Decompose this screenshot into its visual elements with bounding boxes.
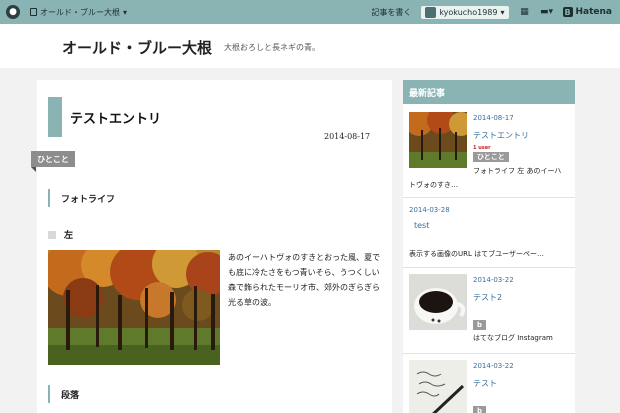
entry-title-link[interactable]: テストエントリ [473, 130, 529, 141]
autumn-park-photo [48, 250, 220, 365]
heading-text: 段落 [61, 390, 80, 401]
entry-thumbnail[interactable] [409, 274, 467, 330]
section-heading-paragraph: 段落 [48, 385, 79, 403]
entry-excerpt: フォトライフ 左 あのイーハ [473, 167, 562, 175]
recent-entry-item: 2014-03-22 テスト2 b はてなブログ Instagram [403, 268, 575, 354]
entry-title-link[interactable]: テスト [473, 378, 497, 389]
global-header: ● オールド・ブルー大根 ▾ 記事を書く kyokucho1989 ▾ ▦ ▬▾… [0, 0, 620, 24]
notification-icon[interactable]: ▬▾ [540, 7, 553, 17]
grid-menu-icon[interactable]: ▦ [519, 7, 531, 17]
entry-date[interactable]: 2014-03-22 [473, 276, 514, 284]
category-tag[interactable]: ひとこと [473, 152, 509, 162]
handwriting-thumbnail [409, 360, 467, 413]
avatar [425, 6, 437, 18]
entry-date[interactable]: 2014-08-17 [473, 114, 514, 122]
lock-icon [30, 8, 37, 16]
entry-title-block: テストエントリ [48, 97, 161, 137]
write-entry-link[interactable]: 記事を書く [371, 7, 411, 18]
category-tag[interactable]: b [473, 320, 487, 330]
entry-title[interactable]: テストエントリ [70, 108, 161, 127]
entry-excerpt: 表示する画像のURL はてブユーザーペー… [409, 250, 544, 258]
user-menu[interactable]: kyokucho1989 ▾ [421, 5, 509, 19]
blog-selector-label: オールド・ブルー大根 [40, 7, 120, 17]
heading-accent-bar [48, 189, 50, 207]
username: kyokucho1989 [439, 7, 498, 17]
sidebar-recent-entries: 最新記事 2014-08-17 テストエントリ 1 user ひとこと フォトラ… [403, 80, 575, 413]
category-label[interactable]: ひとこと [31, 151, 75, 167]
entry-paragraph: あのイーハトヴォのすきとおった風、夏でも底に冷たさをもつ青いそら、うつくしい森で… [228, 253, 381, 307]
entry-date[interactable]: 2014-03-22 [473, 362, 514, 370]
entry-date[interactable]: 2014-03-28 [409, 206, 450, 214]
entry-title-link[interactable]: テスト2 [473, 292, 502, 303]
entry-thumbnail[interactable] [409, 360, 467, 413]
blog-header: オールド・ブルー大根 大根おろしと長ネギの青。 [0, 24, 620, 68]
hatena-icon: B [562, 7, 573, 17]
blog-title[interactable]: オールド・ブルー大根 [62, 37, 212, 58]
category-tag[interactable]: b [473, 406, 487, 413]
recent-entry-item: 2014-03-22 テスト b [403, 354, 575, 413]
heading-text: フォトライフ [61, 194, 116, 205]
entry-excerpt-continued: トヴォのすき… [409, 181, 458, 189]
heading-text: 左 [64, 231, 74, 241]
entry-thumbnail[interactable] [409, 112, 467, 168]
title-accent-bar [48, 97, 62, 137]
recent-entry-item: 2014-03-28 test 表示する画像のURL はてブユーザーペー… [403, 198, 575, 268]
hatena-logo-icon[interactable]: ● [6, 5, 20, 19]
blog-selector[interactable]: オールド・ブルー大根 ▾ [30, 7, 127, 18]
heading-square-marker [48, 230, 56, 239]
subheading-left: 左 [48, 228, 73, 241]
autumn-thumbnail [409, 112, 467, 168]
entry-date[interactable]: 2014-08-17 [324, 132, 370, 141]
heading-accent-bar [48, 385, 50, 403]
entry-photo[interactable] [48, 250, 220, 365]
sidebar-title: 最新記事 [403, 80, 575, 104]
chevron-down-icon: ▾ [500, 7, 505, 17]
entry-excerpt: はてなブログ Instagram [473, 334, 553, 342]
coffee-cup-thumbnail [409, 274, 467, 330]
recent-entries-list: 2014-08-17 テストエントリ 1 user ひとこと フォトライフ 左 … [403, 104, 575, 413]
entry-article: テストエントリ 2014-08-17 フォトライフ 左 あのイーハトヴォのすきと… [37, 80, 392, 413]
hatena-service-link[interactable]: B Hatena [562, 7, 613, 17]
section-heading-photolife: フォトライフ [48, 189, 115, 207]
category-label-fold [31, 167, 36, 172]
chevron-down-icon: ▾ [123, 7, 128, 17]
entry-title-link[interactable]: test [414, 221, 429, 230]
blog-description: 大根おろしと長ネギの青。 [224, 43, 320, 52]
bookmark-users-count[interactable]: 1 user [473, 145, 491, 151]
hatena-label: Hatena [575, 7, 613, 17]
recent-entry-item: 2014-08-17 テストエントリ 1 user ひとこと フォトライフ 左 … [403, 104, 575, 198]
